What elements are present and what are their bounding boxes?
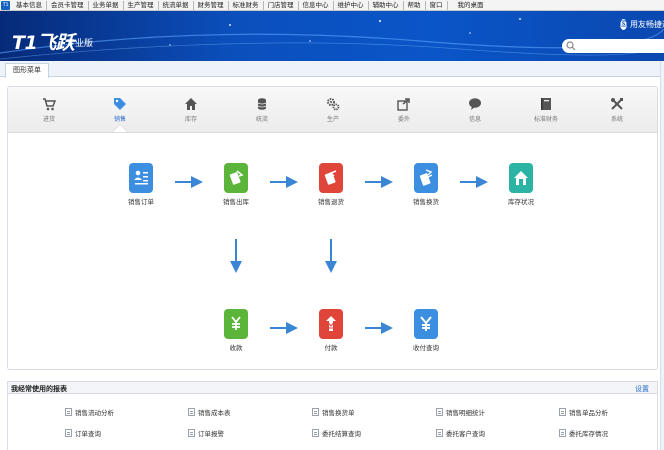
menu-store[interactable]: 门店管理 [264, 0, 299, 10]
node-receipt[interactable]: 收款 [206, 309, 266, 352]
edition-label: 专业版 [66, 38, 94, 48]
node-payment[interactable]: 付款 [301, 309, 361, 352]
report-label: 委托客户查询 [446, 431, 485, 438]
menu-production[interactable]: 生产管理 [124, 0, 159, 10]
report-link[interactable]: 委托客户查询 [436, 428, 485, 438]
reports-header: 我经常使用的报表 设置 [8, 382, 657, 394]
report-link[interactable]: 销售流动分析 [65, 407, 114, 417]
vendor-name: 用友畅捷通 [630, 19, 664, 29]
report-label: 委托结算查询 [322, 431, 361, 438]
node-label: 付款 [324, 345, 338, 352]
favorite-reports: 我经常使用的报表 设置 销售流动分析 销售成本表 销售换货单 销售明细统计 销售… [7, 381, 658, 450]
vendor-link[interactable]: Ⓢ 用友畅捷通 [620, 17, 664, 31]
search-icon [566, 41, 576, 51]
outbound-icon [224, 163, 248, 193]
node-label: 销售换货 [413, 199, 439, 206]
document-icon [188, 429, 195, 437]
report-label: 销售明细统计 [446, 410, 485, 417]
node-sales-outbound[interactable]: 销售出库 [206, 163, 266, 206]
report-link[interactable]: 订单报警 [188, 428, 224, 438]
menu-bar: T1 基本信息 会员卡管理 业务单据 生产管理 统流单据 财务管理 标准财务 门… [0, 0, 664, 11]
search-input[interactable] [562, 39, 664, 53]
document-icon [312, 408, 319, 416]
report-label: 销售换货单 [322, 410, 355, 417]
report-label: 订单报警 [198, 431, 224, 438]
app-logo-icon: T1 [1, 0, 10, 10]
menu-business-docs[interactable]: 业务单据 [89, 0, 124, 10]
node-label: 销售订单 [128, 199, 154, 206]
exchange-icon [414, 163, 438, 193]
menu-window[interactable]: 窗口 [426, 0, 448, 10]
node-sales-return[interactable]: 销售退货 [301, 163, 361, 206]
reports-settings-link[interactable]: 设置 [635, 384, 649, 394]
report-link[interactable]: 销售单品分析 [559, 407, 608, 417]
tab-strip: 图形菜单 [0, 61, 664, 78]
document-icon [188, 408, 195, 416]
menu-my-desktop[interactable]: 我的桌面 [454, 1, 488, 10]
order-form-icon [129, 163, 153, 193]
report-link[interactable]: 销售换货单 [312, 407, 355, 417]
node-label: 收付查询 [413, 345, 439, 352]
report-link[interactable]: 委托库存情况 [559, 428, 608, 438]
report-link[interactable]: 销售明细统计 [436, 407, 485, 417]
document-icon [312, 429, 319, 437]
report-label: 销售流动分析 [75, 410, 114, 417]
document-icon [65, 408, 72, 416]
menu-info-center[interactable]: 信息中心 [299, 0, 334, 10]
menu-auxiliary[interactable]: 辅助中心 [369, 0, 404, 10]
node-sales-exchange[interactable]: 销售换货 [396, 163, 456, 206]
report-link[interactable]: 订单查询 [65, 428, 101, 438]
yen-up-icon [319, 309, 343, 339]
warehouse-icon [509, 163, 533, 193]
document-icon [436, 429, 443, 437]
product-logo: T1飞跃 [12, 32, 75, 54]
report-label: 销售单品分析 [569, 410, 608, 417]
menu-basic-info[interactable]: 基本信息 [12, 0, 47, 10]
node-label: 销售退货 [318, 199, 344, 206]
yen-down-icon [224, 309, 248, 339]
menu-maintenance[interactable]: 维护中心 [334, 0, 369, 10]
node-sales-order[interactable]: 销售订单 [111, 163, 171, 206]
node-label: 收款 [229, 345, 243, 352]
node-label: 销售出库 [223, 199, 249, 206]
document-icon [559, 429, 566, 437]
report-link[interactable]: 销售成本表 [188, 407, 231, 417]
header-banner: T1飞跃 专业版 Ⓢ 用友畅捷通 [0, 11, 664, 61]
menu-finance[interactable]: 财务管理 [194, 0, 229, 10]
node-payment-query[interactable]: 收付查询 [396, 309, 456, 352]
graphic-menu-panel: 进货 销售 库存 统流 生产 委外 信息 标准财务 系统 销售订单 销售出库 销… [7, 86, 658, 370]
node-stock-status[interactable]: 库存状况 [491, 163, 551, 206]
vendor-logo-icon: Ⓢ [620, 18, 627, 30]
banner-decoration [0, 18, 664, 60]
menu-standard-finance[interactable]: 标准财务 [229, 0, 264, 10]
document-icon [436, 408, 443, 416]
report-label: 订单查询 [75, 431, 101, 438]
return-icon [319, 163, 343, 193]
menu-help[interactable]: 帮助 [404, 0, 426, 10]
reports-title: 我经常使用的报表 [11, 386, 67, 393]
document-icon [65, 429, 72, 437]
tab-graphic-menu[interactable]: 图形菜单 [5, 63, 49, 78]
yen-icon [414, 309, 438, 339]
report-label: 委托库存情况 [569, 431, 608, 438]
menu-flow-docs[interactable]: 统流单据 [159, 0, 194, 10]
window-edge [660, 61, 664, 450]
report-label: 销售成本表 [198, 410, 231, 417]
node-label: 库存状况 [508, 199, 534, 206]
report-link[interactable]: 委托结算查询 [312, 428, 361, 438]
menu-member-card[interactable]: 会员卡管理 [47, 0, 89, 10]
document-icon [559, 408, 566, 416]
